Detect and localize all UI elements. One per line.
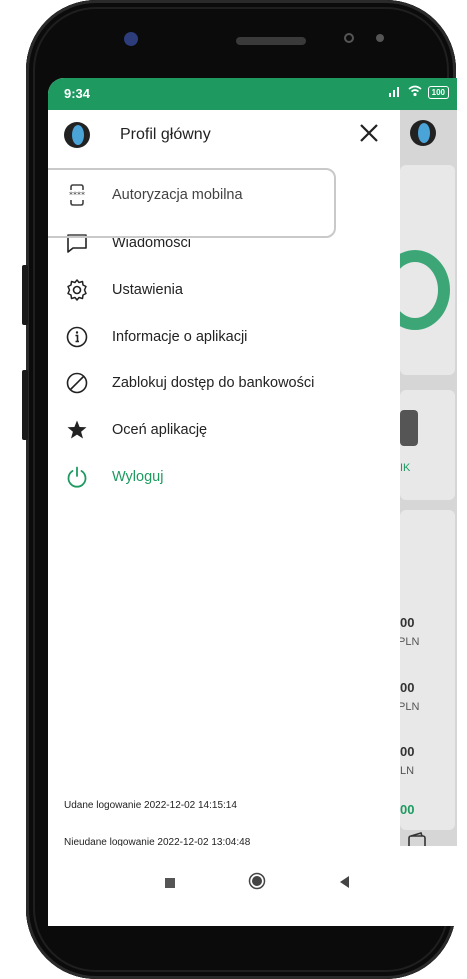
background-tile-icon: [400, 410, 418, 446]
background-currency-1: PLN: [398, 636, 420, 648]
background-avatar: [410, 120, 436, 146]
status-icons: 100: [388, 85, 449, 100]
background-currency-2: PLN: [398, 701, 420, 713]
close-icon[interactable]: [356, 120, 382, 146]
background-amount-2: 00: [400, 680, 415, 695]
menu-item-block-access[interactable]: Zablokuj dostęp do bankowości: [64, 368, 384, 398]
power-icon: [64, 464, 90, 490]
menu-label: Oceń aplikację: [112, 422, 208, 438]
home-button[interactable]: [248, 872, 266, 895]
highlight-frame: [48, 168, 336, 238]
background-card-3: [400, 510, 455, 830]
signal-icon: [388, 85, 402, 100]
menu-item-rate-app[interactable]: Oceń aplikację: [64, 415, 384, 445]
sensor-1: [344, 33, 354, 43]
background-amount-3: 00: [400, 744, 415, 759]
menu-label: Zablokuj dostęp do bankowości: [112, 375, 315, 391]
navigation-bar: [48, 846, 457, 926]
menu-label: Ustawienia: [112, 282, 183, 298]
screen: 9:34 100 IK 00 PLN 00 PLN 00 LN 00 inans…: [48, 78, 457, 926]
status-bar: 9:34 100: [48, 78, 457, 110]
background-amount-1: 00: [400, 615, 415, 630]
back-button[interactable]: [338, 875, 350, 894]
bixby-button: [22, 370, 28, 440]
status-time: 9:34: [64, 86, 91, 101]
menu-item-logout[interactable]: Wyloguj: [64, 462, 384, 492]
background-currency-3: LN: [400, 765, 415, 777]
menu-item-app-info[interactable]: Informacje o aplikacji: [64, 322, 384, 352]
info-icon: [64, 324, 90, 350]
background-amount-4: 00: [400, 802, 415, 817]
avatar[interactable]: [64, 122, 90, 148]
front-camera: [124, 32, 138, 46]
gear-icon: [64, 277, 90, 303]
drawer-header: Profil główny: [48, 110, 400, 166]
wifi-icon: [408, 85, 422, 100]
star-icon: [64, 417, 90, 443]
recents-button[interactable]: [164, 876, 176, 894]
earpiece-speaker: [236, 37, 306, 45]
volume-button: [22, 265, 28, 325]
background-tile-label: IK: [400, 462, 411, 474]
block-icon: [64, 370, 90, 396]
profile-name[interactable]: Profil główny: [120, 126, 211, 144]
menu-item-settings[interactable]: Ustawienia: [64, 275, 384, 305]
background-app: IK 00 PLN 00 PLN 00 LN 00 inanse: [380, 110, 457, 862]
battery-icon: 100: [427, 86, 449, 99]
sensor-2: [376, 34, 384, 42]
login-success-info: Udane logowanie 2022-12-02 14:15:14: [64, 800, 237, 811]
menu-label: Informacje o aplikacji: [112, 329, 248, 345]
menu-label: Wyloguj: [112, 469, 164, 485]
